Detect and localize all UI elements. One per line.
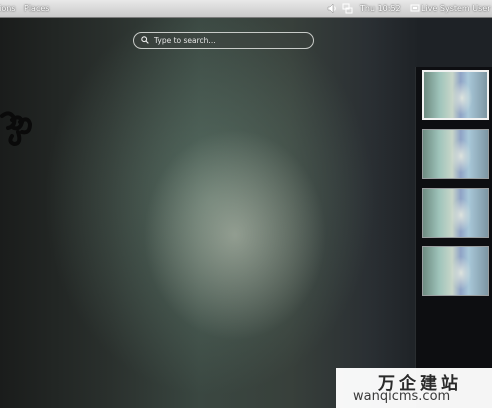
watermark-url: wanqicms.com xyxy=(353,389,451,404)
volume-icon[interactable] xyxy=(327,3,338,14)
network-icon-svg xyxy=(342,3,353,14)
user-menu-label[interactable]: Live System User xyxy=(421,0,491,17)
search-field[interactable]: Type to search... xyxy=(133,32,314,49)
user-icon-svg xyxy=(410,4,420,12)
workspace-thumbnail-3[interactable] xyxy=(422,188,489,238)
top-bar: tions Places Thu 10:52 Live System User xyxy=(0,0,492,18)
workspace-thumbnail-2[interactable] xyxy=(422,129,489,179)
workspace-thumbnail-4[interactable] xyxy=(422,246,489,296)
search-icon xyxy=(141,36,149,44)
search-placeholder: Type to search... xyxy=(154,36,216,45)
user-icon[interactable] xyxy=(410,3,421,14)
overview-screen: tions Places Thu 10:52 Live System User xyxy=(0,0,492,408)
dash-edge-icon xyxy=(0,111,33,147)
activities-button[interactable]: tions xyxy=(0,0,16,17)
network-icon[interactable] xyxy=(342,3,353,14)
places-menu[interactable]: Places xyxy=(24,0,49,17)
volume-icon-svg xyxy=(327,3,336,14)
workspace-thumbnail-1[interactable] xyxy=(422,70,489,120)
clock-label[interactable]: Thu 10:52 xyxy=(360,0,401,17)
